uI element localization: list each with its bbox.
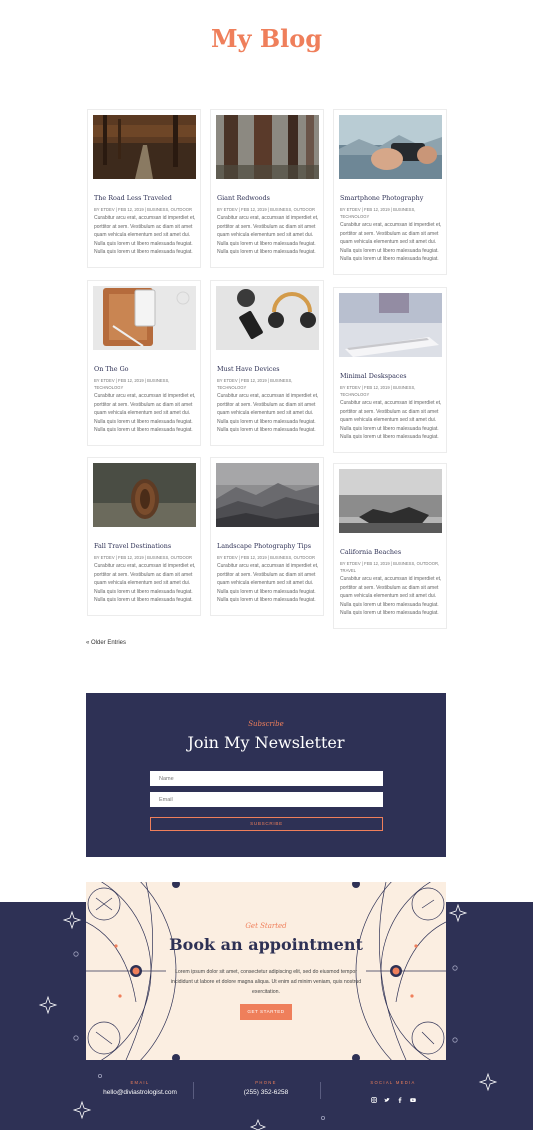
footer-email: Email hello@diviastrologist.com <box>80 1080 200 1096</box>
footer-divider <box>320 1082 321 1099</box>
social-label: Social Media <box>370 1080 416 1085</box>
instagram-icon[interactable] <box>370 1090 377 1103</box>
appointment-kicker: Get Started <box>245 922 287 930</box>
footer-social: Social Media <box>333 1080 453 1103</box>
youtube-icon[interactable] <box>409 1090 416 1102</box>
get-started-button[interactable]: GET STARTED <box>240 1004 292 1020</box>
facebook-icon[interactable] <box>397 1090 403 1103</box>
footer-phone: Phone (255) 352-6258 <box>206 1080 326 1096</box>
email-label: Email <box>130 1080 150 1085</box>
appointment-text: Lorem ipsum dolor sit amet, consectetur … <box>170 969 362 995</box>
phone-label: Phone <box>255 1080 277 1085</box>
appointment-title: Book an appointment <box>169 935 363 954</box>
phone-link[interactable]: (255) 352-6258 <box>206 1089 326 1096</box>
email-link[interactable]: hello@diviastrologist.com <box>80 1089 200 1096</box>
footer-divider <box>193 1082 194 1099</box>
appointment-section: Get Started Book an appointment Lorem ip… <box>86 882 446 1060</box>
twitter-icon[interactable] <box>384 1090 390 1102</box>
